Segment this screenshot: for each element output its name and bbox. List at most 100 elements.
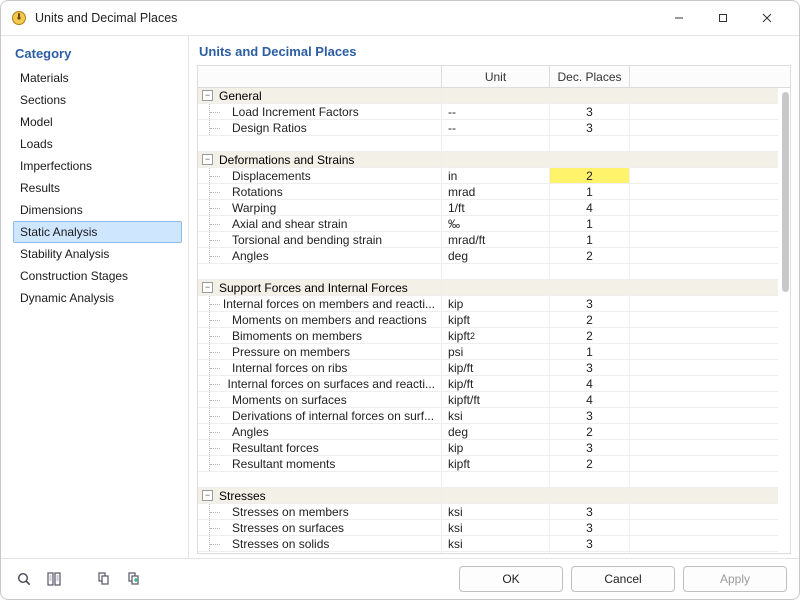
sidebar-item-model[interactable]: Model <box>13 111 182 133</box>
dec-cell[interactable]: 2 <box>550 248 630 264</box>
setting-row[interactable]: Internal forces on surfaces and reacti..… <box>198 376 790 392</box>
sidebar-item-stability-analysis[interactable]: Stability Analysis <box>13 243 182 265</box>
dec-cell[interactable]: 2 <box>550 168 630 184</box>
setting-row[interactable]: Derivations of internal forces on surf..… <box>198 408 790 424</box>
dec-cell[interactable]: 4 <box>550 200 630 216</box>
unit-cell[interactable]: ksi <box>442 504 550 520</box>
unit-cell[interactable]: ksi <box>442 520 550 536</box>
unit-cell[interactable]: kip/ft <box>442 376 550 392</box>
close-button[interactable] <box>745 4 789 32</box>
dec-cell[interactable]: 3 <box>550 504 630 520</box>
dec-cell[interactable]: 2 <box>550 424 630 440</box>
setting-row[interactable]: Load Increment Factors--3 <box>198 104 790 120</box>
setting-row[interactable]: Rotationsmrad1 <box>198 184 790 200</box>
group-header[interactable]: −General <box>198 88 790 104</box>
minimize-button[interactable] <box>657 4 701 32</box>
setting-row[interactable]: Design Ratios--3 <box>198 120 790 136</box>
setting-row[interactable]: Internal forces on ribskip/ft3 <box>198 360 790 376</box>
dec-cell[interactable]: 1 <box>550 232 630 248</box>
ok-button[interactable]: OK <box>459 566 563 592</box>
collapse-icon[interactable]: − <box>202 90 213 101</box>
unit-cell[interactable]: 1/ft <box>442 200 550 216</box>
unit-cell[interactable]: kip <box>442 440 550 456</box>
unit-cell[interactable]: -- <box>442 104 550 120</box>
sidebar-item-loads[interactable]: Loads <box>13 133 182 155</box>
dec-cell[interactable]: 4 <box>550 392 630 408</box>
dec-cell[interactable]: 3 <box>550 120 630 136</box>
copy-settings-button[interactable] <box>93 568 115 590</box>
setting-row[interactable]: Moments on surfaceskipft/ft4 <box>198 392 790 408</box>
sidebar-item-dynamic-analysis[interactable]: Dynamic Analysis <box>13 287 182 309</box>
setting-row[interactable]: Displacementsin2 <box>198 168 790 184</box>
dec-cell[interactable]: 1 <box>550 184 630 200</box>
setting-row[interactable]: Warping1/ft4 <box>198 200 790 216</box>
dec-cell[interactable]: 2 <box>550 312 630 328</box>
sidebar-item-construction-stages[interactable]: Construction Stages <box>13 265 182 287</box>
unit-cell[interactable]: kipft <box>442 456 550 472</box>
help-button[interactable] <box>13 568 35 590</box>
setting-row[interactable]: Stresses on surfacesksi3 <box>198 520 790 536</box>
vertical-scrollbar[interactable] <box>780 88 790 553</box>
unit-cell[interactable]: mrad <box>442 184 550 200</box>
collapse-icon[interactable]: − <box>202 154 213 165</box>
sidebar-item-sections[interactable]: Sections <box>13 89 182 111</box>
sidebar-item-imperfections[interactable]: Imperfections <box>13 155 182 177</box>
dec-cell[interactable]: 2 <box>550 328 630 344</box>
unit-cell[interactable]: kipft/ft <box>442 392 550 408</box>
dec-cell[interactable]: 1 <box>550 216 630 232</box>
cancel-button[interactable]: Cancel <box>571 566 675 592</box>
group-header[interactable]: −Support Forces and Internal Forces <box>198 280 790 296</box>
setting-row[interactable]: Bimoments on memberskipft22 <box>198 328 790 344</box>
column-header-unit[interactable]: Unit <box>442 66 550 88</box>
setting-row[interactable]: Anglesdeg2 <box>198 424 790 440</box>
setting-row[interactable]: Internal forces on members and reacti...… <box>198 296 790 312</box>
dec-cell[interactable]: 1 <box>550 344 630 360</box>
maximize-button[interactable] <box>701 4 745 32</box>
unit-cell[interactable]: mrad/ft <box>442 232 550 248</box>
setting-row[interactable]: Axial and shear strain‰1 <box>198 216 790 232</box>
unit-cell[interactable]: deg <box>442 248 550 264</box>
unit-cell[interactable]: kipft <box>442 312 550 328</box>
scrollbar-thumb[interactable] <box>782 92 789 292</box>
column-header-label[interactable] <box>198 66 442 88</box>
setting-row[interactable]: Resultant momentskipft2 <box>198 456 790 472</box>
dec-cell[interactable]: 2 <box>550 456 630 472</box>
unit-cell[interactable]: kip <box>442 296 550 312</box>
unit-cell[interactable]: in <box>442 168 550 184</box>
unit-cell[interactable]: ‰ <box>442 216 550 232</box>
dec-cell[interactable]: 3 <box>550 296 630 312</box>
setting-row[interactable]: Pressure on memberspsi1 <box>198 344 790 360</box>
sidebar-item-results[interactable]: Results <box>13 177 182 199</box>
sidebar-item-materials[interactable]: Materials <box>13 67 182 89</box>
paste-settings-button[interactable] <box>123 568 145 590</box>
collapse-icon[interactable]: − <box>202 490 213 501</box>
setting-row[interactable]: Torsional and bending strainmrad/ft1 <box>198 232 790 248</box>
unit-cell[interactable]: psi <box>442 344 550 360</box>
profile-manager-button[interactable] <box>43 568 65 590</box>
dec-cell[interactable]: 3 <box>550 440 630 456</box>
dec-cell[interactable]: 3 <box>550 520 630 536</box>
setting-row[interactable]: Resultant forceskip3 <box>198 440 790 456</box>
sidebar-item-static-analysis[interactable]: Static Analysis <box>13 221 182 243</box>
collapse-icon[interactable]: − <box>202 282 213 293</box>
group-header[interactable]: −Stresses <box>198 488 790 504</box>
unit-cell[interactable]: deg <box>442 424 550 440</box>
dec-cell[interactable]: 3 <box>550 408 630 424</box>
unit-cell[interactable]: kip/ft <box>442 360 550 376</box>
sidebar-item-dimensions[interactable]: Dimensions <box>13 199 182 221</box>
apply-button[interactable]: Apply <box>683 566 787 592</box>
setting-row[interactable]: Moments on members and reactionskipft2 <box>198 312 790 328</box>
dec-cell[interactable]: 4 <box>550 376 630 392</box>
column-header-dec[interactable]: Dec. Places <box>550 66 630 88</box>
unit-cell[interactable]: ksi <box>442 536 550 552</box>
dec-cell[interactable]: 3 <box>550 536 630 552</box>
group-header[interactable]: −Deformations and Strains <box>198 152 790 168</box>
dec-cell[interactable]: 3 <box>550 360 630 376</box>
unit-cell[interactable]: kipft2 <box>442 328 550 344</box>
unit-cell[interactable]: ksi <box>442 408 550 424</box>
setting-row[interactable]: Anglesdeg2 <box>198 248 790 264</box>
setting-row[interactable]: Stresses on membersksi3 <box>198 504 790 520</box>
unit-cell[interactable]: -- <box>442 120 550 136</box>
dec-cell[interactable]: 3 <box>550 104 630 120</box>
setting-row[interactable]: Stresses on solidsksi3 <box>198 536 790 552</box>
